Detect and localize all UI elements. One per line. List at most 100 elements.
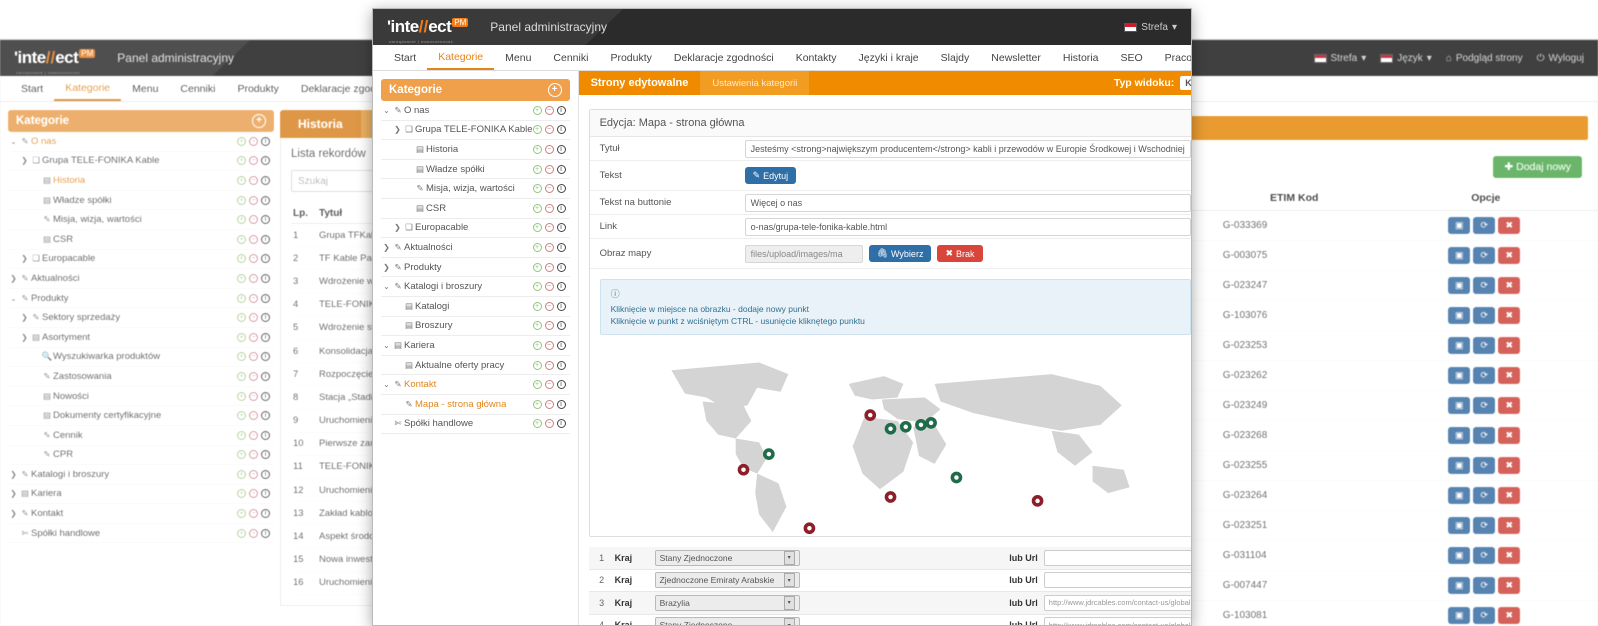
tree-node[interactable]: ✄ Spółki handlowe + − i (8, 524, 274, 544)
delete-node-icon[interactable]: − (249, 411, 258, 421)
info-node-icon[interactable]: i (261, 469, 270, 479)
delete-node-icon[interactable]: − (249, 234, 258, 244)
field-link-input[interactable]: o-nas/grupa-tele-fonika-kable.html (744, 217, 1191, 236)
delete-node-icon[interactable]: − (544, 125, 554, 135)
logout-link[interactable]: ⏻ Wyloguj (1537, 53, 1584, 64)
image-icon[interactable]: ▣ (1448, 487, 1471, 504)
copy-icon[interactable]: ⟳ (1473, 397, 1496, 414)
copy-icon[interactable]: ⟳ (1473, 457, 1496, 474)
delete-node-icon[interactable]: − (249, 293, 258, 303)
add-node-icon[interactable]: + (532, 399, 542, 409)
chevron-down-icon[interactable]: ▾ (783, 573, 795, 588)
add-node-icon[interactable]: + (532, 301, 542, 311)
info-node-icon[interactable]: i (261, 489, 270, 499)
delete-node-icon[interactable]: − (544, 399, 554, 409)
add-node-icon[interactable]: + (532, 144, 542, 154)
add-node-icon[interactable]: + (532, 360, 542, 370)
delete-node-icon[interactable]: − (249, 136, 258, 146)
image-icon[interactable]: ▣ (1448, 517, 1471, 534)
country-select[interactable]: Zjednoczone Emiraty Arabskie ▾ (654, 572, 800, 589)
country-select[interactable]: Brazylia ▾ (654, 594, 800, 611)
add-node-icon[interactable]: + (532, 340, 542, 350)
delete-icon[interactable]: ✖ (1498, 217, 1521, 234)
add-node-icon[interactable]: + (237, 234, 246, 244)
add-node-icon[interactable]: + (237, 313, 246, 323)
delete-node-icon[interactable]: − (544, 105, 554, 115)
delete-icon[interactable]: ✖ (1498, 247, 1521, 264)
tree-caret-icon[interactable]: ❯ (381, 263, 392, 272)
tree-caret-icon[interactable]: ❯ (381, 243, 392, 252)
strefa-menu[interactable]: Strefa ▾ (1124, 22, 1177, 33)
copy-icon[interactable]: ⟳ (1473, 217, 1496, 234)
tree-node[interactable]: ⌄ ✎ O nas + − i (381, 101, 570, 121)
tree-node-actions[interactable]: + − i (237, 234, 270, 244)
map-marker[interactable] (803, 522, 815, 535)
category-edit-window[interactable]: 'inte//ect PM zarządzanie | nowoczesność … (372, 8, 1192, 626)
nav-item-menu[interactable]: Menu (121, 76, 169, 101)
tree-node[interactable]: ▤ CSR + − i (8, 230, 274, 250)
tree-node-actions[interactable]: + − i (237, 195, 270, 205)
map-marker[interactable] (863, 409, 876, 421)
product-options[interactable]: ▣ ⟳ ✖ (1373, 390, 1598, 421)
nav-item-j-zyki-i-kraje[interactable]: Języki i kraje (848, 45, 930, 70)
info-node-icon[interactable]: i (556, 282, 566, 292)
tree-node[interactable]: ▤ Katalogi + − i (381, 297, 570, 317)
tree-node[interactable]: ✎ Mapa - strona główna + − i (381, 395, 570, 415)
nav-item-newsletter[interactable]: Newsletter (980, 45, 1052, 70)
info-node-icon[interactable]: i (556, 203, 566, 213)
tree-node[interactable]: ▤ Nowości + − i (8, 387, 274, 407)
map-marker[interactable] (884, 491, 896, 503)
tree-node[interactable]: ▤ Dokumenty certyfikacyjne + − i (8, 406, 274, 426)
add-node-icon[interactable]: + (237, 489, 246, 499)
tree-node[interactable]: ❯ ❑ Europacable + − i (8, 250, 274, 270)
delete-node-icon[interactable]: − (249, 195, 258, 205)
copy-icon[interactable]: ⟳ (1473, 517, 1496, 534)
tree-caret-icon[interactable]: ⌄ (381, 341, 392, 350)
language-menu[interactable]: Język ▾ (1380, 53, 1432, 64)
world-map[interactable] (599, 341, 1191, 536)
info-node-icon[interactable]: i (556, 144, 566, 154)
delete-node-icon[interactable]: − (544, 223, 554, 233)
delete-node-icon[interactable]: − (544, 144, 554, 154)
tree-node[interactable]: ✎ Misja, wizja, wartości + − i (8, 210, 274, 230)
delete-node-icon[interactable]: − (249, 254, 258, 264)
edit-text-button[interactable]: ✎ Edytuj (744, 167, 797, 184)
choose-image-button[interactable]: 🖇 Wybierz (868, 245, 932, 262)
add-node-icon[interactable]: + (237, 411, 246, 421)
add-new-button[interactable]: ✚ Dodaj nowy (1493, 156, 1582, 178)
tree-node-actions[interactable]: + − i (237, 156, 270, 166)
tree-node[interactable]: ▤ Historia + − i (381, 140, 570, 160)
delete-node-icon[interactable]: − (249, 352, 258, 362)
tree-caret-icon[interactable]: ⌄ (8, 294, 19, 303)
add-node-icon[interactable]: + (532, 419, 542, 429)
mid-tree-list[interactable]: ⌄ ✎ O nas + − i ❯ ❑ Grupa TELE-FONIKA Kable + − i ▤ H… (381, 101, 570, 435)
tree-node[interactable]: ✎ Misja, wizja, wartości + − i (381, 179, 570, 199)
url-input[interactable]: http://www.jdrcables.com/contact-us/glob… (1043, 617, 1191, 625)
info-node-icon[interactable]: i (261, 430, 270, 440)
nav-item-cenniki[interactable]: Cenniki (542, 45, 599, 70)
map-marker[interactable] (737, 463, 749, 476)
tree-node-actions[interactable]: + − i (532, 125, 566, 135)
tree-caret-icon[interactable]: ❯ (8, 489, 19, 498)
tree-node[interactable]: ▤ Władze spółki + − i (381, 160, 570, 180)
delete-node-icon[interactable]: − (544, 282, 554, 292)
nav-item-start[interactable]: Start (383, 45, 427, 70)
mid-category-tree-panel[interactable]: Kategorie + ⌄ ✎ O nas + − i ❯ ❑ Grupa TELE-FONIK… (373, 71, 578, 625)
info-node-icon[interactable]: i (261, 254, 270, 264)
product-options[interactable]: ▣ ⟳ ✖ (1373, 540, 1598, 571)
info-node-icon[interactable]: i (261, 234, 270, 244)
image-icon[interactable]: ▣ (1448, 217, 1471, 234)
add-node-icon[interactable]: + (532, 223, 542, 233)
delete-node-icon[interactable]: − (249, 391, 258, 401)
nav-item-cenniki[interactable]: Cenniki (169, 76, 226, 101)
add-node-icon[interactable]: + (532, 321, 542, 331)
add-node-icon[interactable]: + (237, 215, 246, 225)
add-node-icon[interactable]: + (237, 528, 246, 538)
tree-node-actions[interactable]: + − i (532, 399, 566, 409)
add-node-icon[interactable]: + (237, 509, 246, 519)
add-node-icon[interactable]: + (237, 254, 246, 264)
delete-icon[interactable]: ✖ (1498, 307, 1521, 324)
delete-icon[interactable]: ✖ (1498, 337, 1521, 354)
image-icon[interactable]: ▣ (1448, 277, 1471, 294)
product-options[interactable]: ▣ ⟳ ✖ (1373, 510, 1598, 541)
